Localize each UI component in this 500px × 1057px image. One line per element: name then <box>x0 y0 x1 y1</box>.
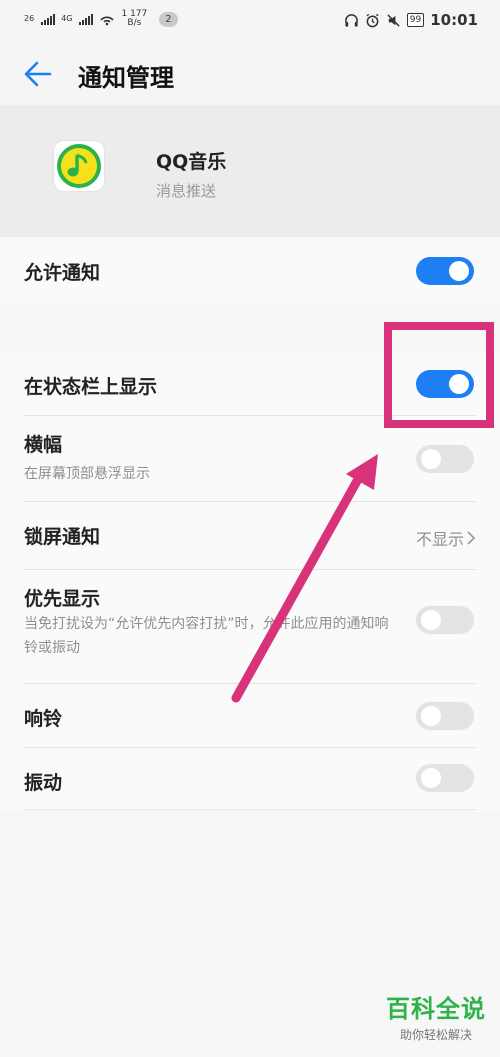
music-note-icon <box>57 144 101 188</box>
setting-label: 响铃 <box>24 708 63 730</box>
speed-unit: B/s <box>127 18 142 28</box>
lock-screen-value: 不显示 <box>416 526 476 550</box>
watermark-title: 百科全说 <box>386 995 486 1023</box>
allow-notifications-toggle[interactable] <box>416 257 474 285</box>
setting-row-allow-notifications[interactable]: 允许通知 <box>0 238 500 302</box>
toggle-knob <box>449 261 469 281</box>
qq-music-app-icon <box>54 141 104 191</box>
app-header: QQ音乐 消息推送 <box>0 107 500 237</box>
toggle-knob <box>421 610 441 630</box>
arrow-left-icon <box>24 61 52 87</box>
setting-row-vibration[interactable]: 振动 <box>0 748 500 810</box>
status-left: 26 4G 1 177 B/s 2 <box>24 10 178 28</box>
clock: 10:01 <box>430 11 478 29</box>
toggle-knob <box>421 768 441 788</box>
signal-icon <box>79 13 94 25</box>
status-right: 99 10:01 <box>344 11 478 29</box>
ringtone-toggle[interactable] <box>416 702 474 730</box>
setting-row-lock-screen[interactable]: 锁屏通知 不显示 <box>0 502 500 570</box>
toggle-knob <box>421 449 441 469</box>
page-title: 通知管理 <box>78 64 174 92</box>
setting-description: 当免打扰设为“允许优先内容打扰”时，允许此应用的通知响铃或振动 <box>24 616 389 656</box>
app-subtitle: 消息推送 <box>156 182 217 200</box>
setting-row-ringtone[interactable]: 响铃 <box>0 684 500 748</box>
divider <box>24 809 476 810</box>
lock-screen-value-text: 不显示 <box>415 530 464 549</box>
network-speed: 1 177 B/s <box>121 10 147 28</box>
alarm-icon <box>366 13 379 27</box>
setting-label: 锁屏通知 <box>24 526 101 548</box>
setting-label: 在状态栏上显示 <box>24 376 158 398</box>
app-name: QQ音乐 <box>156 151 227 173</box>
sim2-label: 4G <box>61 14 73 23</box>
setting-row-banner[interactable]: 横幅 在屏幕顶部悬浮显示 <box>0 416 500 502</box>
setting-label: 振动 <box>24 772 63 794</box>
setting-label: 优先显示 <box>24 588 101 610</box>
notification-count-badge: 2 <box>159 11 178 27</box>
setting-label: 横幅 <box>24 434 63 456</box>
back-button[interactable] <box>20 56 60 92</box>
allow-notifications-card: 允许通知 <box>0 238 500 303</box>
watermark-subtitle: 助你轻松解决 <box>399 1028 472 1042</box>
mute-icon <box>387 13 400 27</box>
sim1-label: 26 <box>24 14 35 23</box>
app-bar: 通知管理 <box>0 42 500 107</box>
toggle-knob <box>421 706 441 726</box>
signal-icon <box>41 13 56 25</box>
setting-description: 在屏幕顶部悬浮显示 <box>24 466 150 482</box>
battery-icon: 99 <box>406 13 425 27</box>
vibration-toggle[interactable] <box>416 764 474 792</box>
headphones-icon <box>344 13 358 27</box>
setting-row-priority[interactable]: 优先显示 当免打扰设为“允许优先内容打扰”时，允许此应用的通知响铃或振动 <box>0 570 500 684</box>
chevron-right-icon <box>467 531 476 545</box>
setting-label: 允许通知 <box>24 262 101 284</box>
watermark-logo: 百科全说 助你轻松解决 <box>386 989 486 1043</box>
priority-toggle[interactable] <box>416 606 474 634</box>
status-bar: 26 4G 1 177 B/s 2 99 10:01 <box>0 0 500 42</box>
wifi-hotspot-icon <box>100 16 115 26</box>
highlight-box <box>384 322 494 428</box>
banner-toggle[interactable] <box>416 445 474 473</box>
